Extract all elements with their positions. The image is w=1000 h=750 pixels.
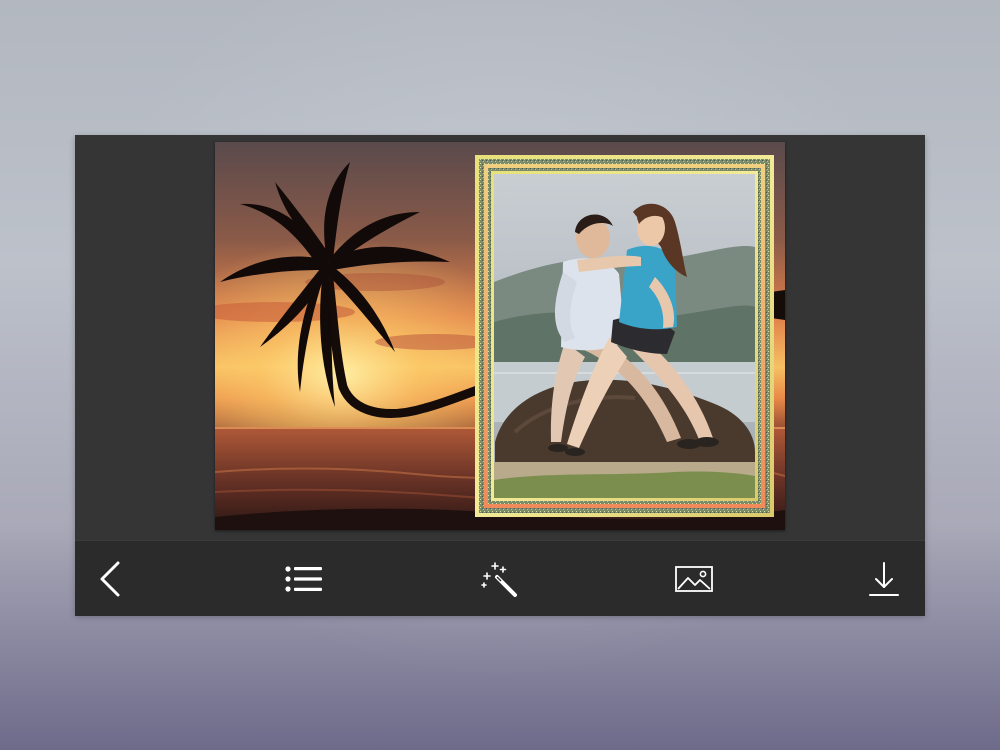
gallery-button[interactable] — [674, 559, 714, 599]
list-icon — [285, 566, 322, 592]
back-button[interactable] — [92, 559, 132, 599]
download-button[interactable] — [864, 559, 904, 599]
editor-canvas — [75, 135, 925, 540]
download-icon — [869, 562, 899, 596]
composited-image — [215, 142, 785, 530]
bottom-toolbar — [75, 540, 925, 616]
chevron-left-icon — [100, 561, 120, 597]
image-icon — [675, 566, 713, 592]
magic-wand-icon — [481, 562, 517, 597]
frames-list-button[interactable] — [284, 559, 324, 599]
photo-frame — [475, 155, 774, 517]
effects-button[interactable] — [479, 559, 519, 599]
photo-composition[interactable] — [215, 142, 785, 530]
app-window — [75, 135, 925, 616]
